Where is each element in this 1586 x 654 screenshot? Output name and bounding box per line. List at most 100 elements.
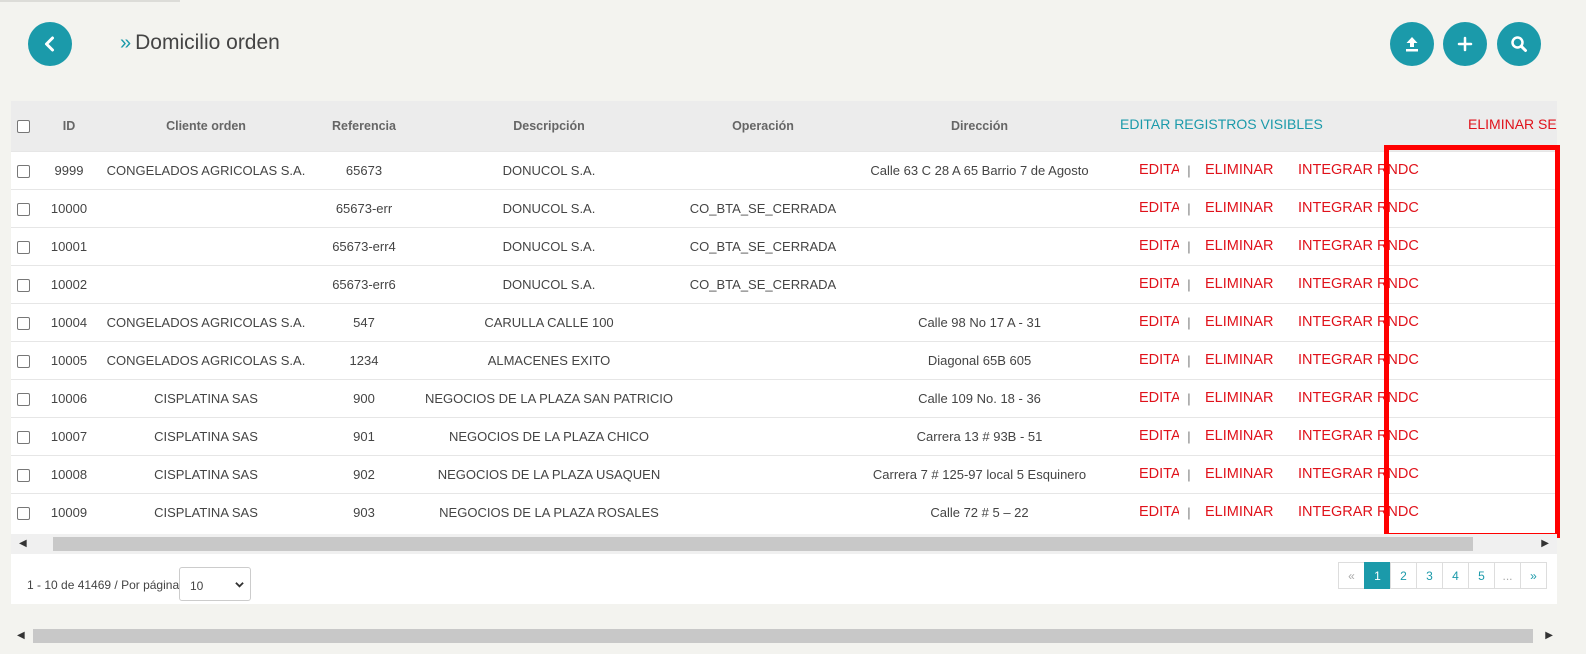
cell-empty [1454,303,1557,341]
delete-button[interactable]: ELIMINAR [1199,379,1284,417]
per-page-select[interactable]: 10 [179,567,251,601]
integrate-rndc-button[interactable]: INTEGRAR RNDC [1284,151,1454,189]
page-scrollbar-thumb[interactable] [33,629,1533,643]
row-checkbox[interactable] [16,202,30,216]
page-horizontal-scrollbar[interactable]: ◀ ▶ [11,626,1557,646]
edit-visible-records-button[interactable]: EDITAR REGISTROS VISIBLES [1112,101,1454,151]
cell-client [103,265,309,303]
row-checkbox[interactable] [16,240,30,254]
edit-button[interactable]: EDITAR [1112,493,1179,531]
table-horizontal-scrollbar[interactable]: ◀ ▶ [11,534,1557,554]
edit-button[interactable]: EDITAR [1112,303,1179,341]
edit-button[interactable]: EDITAR [1112,341,1179,379]
edit-button[interactable]: EDITAR [1112,151,1179,189]
integrate-rndc-button[interactable]: INTEGRAR RNDC [1284,227,1454,265]
cell-description: DONUCOL S.A. [502,162,596,178]
page-5[interactable]: 5 [1468,562,1495,589]
column-header-operation[interactable]: Operación [679,101,847,151]
cell-operation [679,417,847,455]
row-checkbox[interactable] [16,430,30,444]
scrollbar-thumb[interactable] [53,537,1473,551]
page-4[interactable]: 4 [1442,562,1469,589]
page-scroll-left-arrow-icon[interactable]: ◀ [17,630,25,641]
cell-address: Calle 109 No. 18 - 36 [918,390,1041,406]
page-1[interactable]: 1 [1364,562,1391,589]
cell-address: Carrera 7 # 125-97 local 5 Esquinero [872,466,1087,482]
edit-button[interactable]: EDITAR [1112,417,1179,455]
delete-button[interactable]: ELIMINAR [1199,189,1284,227]
delete-button[interactable]: ELIMINAR [1199,341,1284,379]
table-row: 10008 CISPLATINA SAS 902 NEGOCIOS DE LA PLA… [11,455,1557,493]
edit-button[interactable]: EDITAR [1112,379,1179,417]
edit-button[interactable]: EDITAR [1112,227,1179,265]
delete-button[interactable]: ELIMINAR [1199,493,1284,531]
integrate-rndc-button[interactable]: INTEGRAR RNDC [1284,341,1454,379]
integrate-rndc-button[interactable]: INTEGRAR RNDC [1284,303,1454,341]
page-ellipsis[interactable]: ... [1494,562,1521,589]
cell-empty [1454,265,1557,303]
back-button[interactable] [28,22,72,66]
page-3[interactable]: 3 [1416,562,1443,589]
table-row: 10001 65673-err4 DONUCOL S.A. CO_BTA_SE_CER… [11,227,1557,265]
select-all-checkbox[interactable] [16,119,30,133]
edit-button[interactable]: EDITAR [1112,455,1179,493]
scroll-right-arrow-icon[interactable]: ▶ [1541,538,1549,549]
page-2[interactable]: 2 [1390,562,1417,589]
table-row: 10000 65673-err DONUCOL S.A. CO_BTA_SE_CERR… [11,189,1557,227]
edit-button[interactable]: EDITAR [1112,265,1179,303]
row-checkbox[interactable] [16,278,30,292]
page-scroll-right-arrow-icon[interactable]: ▶ [1545,630,1553,641]
action-separator: | [1187,352,1191,368]
cell-description: CARULLA CALLE 100 [484,314,614,330]
delete-button[interactable]: ELIMINAR [1199,151,1284,189]
cell-reference: 65673-err [335,200,393,216]
column-header-reference[interactable]: Referencia [309,101,419,151]
chevron-down-icon [235,582,244,588]
delete-button[interactable]: ELIMINAR [1199,265,1284,303]
cell-empty [1454,493,1557,531]
row-checkbox[interactable] [16,354,30,368]
search-icon [1511,36,1527,52]
delete-button[interactable]: ELIMINAR [1199,455,1284,493]
cell-client [103,227,309,265]
cell-client: CISPLATINA SAS [154,390,258,406]
cell-reference: 65673-err4 [332,238,396,254]
row-checkbox-cell [11,455,35,493]
column-header-client[interactable]: Cliente orden [103,101,309,151]
integrate-rndc-button[interactable]: INTEGRAR RNDC [1284,417,1454,455]
delete-button[interactable]: ELIMINAR [1199,227,1284,265]
integrate-rndc-button[interactable]: INTEGRAR RNDC [1284,493,1454,531]
search-button[interactable] [1497,22,1541,66]
cell-address [847,189,1112,227]
row-checkbox[interactable] [16,316,30,330]
integrate-rndc-button[interactable]: INTEGRAR RNDC [1284,455,1454,493]
cell-operation: CO_BTA_SE_CERRADA [689,200,837,216]
delete-button[interactable]: ELIMINAR [1199,417,1284,455]
integrate-rndc-button[interactable]: INTEGRAR RNDC [1284,189,1454,227]
column-header-address[interactable]: Dirección [847,101,1112,151]
action-separator: | [1187,238,1191,254]
per-page-value: 10 [190,579,204,593]
column-header-description[interactable]: Descripción [419,101,679,151]
next-page-button[interactable]: » [1520,562,1547,589]
column-header-id[interactable]: ID [35,101,103,151]
prev-page-button[interactable]: « [1338,562,1365,589]
scroll-left-arrow-icon[interactable]: ◀ [19,538,27,549]
delete-selected-button[interactable]: ELIMINAR SELECCIONAD [1454,101,1557,151]
row-checkbox[interactable] [16,506,30,520]
delete-button[interactable]: ELIMINAR [1199,303,1284,341]
cell-id: 9999 [54,162,84,178]
integrate-rndc-button[interactable]: INTEGRAR RNDC [1284,379,1454,417]
row-checkbox[interactable] [16,392,30,406]
edit-button[interactable]: EDITAR [1112,189,1179,227]
cell-id: 10006 [50,390,88,406]
row-checkbox[interactable] [16,468,30,482]
cell-client: CONGELADOS AGRICOLAS S.A. [106,162,306,178]
row-checkbox[interactable] [16,164,30,178]
integrate-rndc-button[interactable]: INTEGRAR RNDC [1284,265,1454,303]
upload-button[interactable] [1390,22,1434,66]
cell-description: DONUCOL S.A. [502,238,596,254]
cell-empty [1454,455,1557,493]
table-row: 9999 CONGELADOS AGRICOLAS S.A. 65673 DONUCO… [11,151,1557,189]
add-button[interactable] [1443,22,1487,66]
